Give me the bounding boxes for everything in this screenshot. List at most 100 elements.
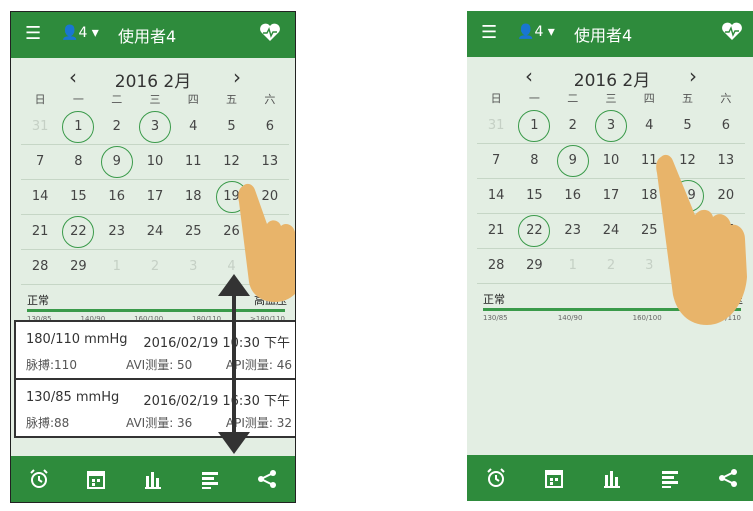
calendar-day-with-record[interactable]: 3: [136, 110, 174, 144]
calendar-day[interactable]: 2: [554, 109, 592, 143]
calendar-day-with-record[interactable]: 1: [59, 110, 97, 144]
heart-icon[interactable]: [259, 22, 281, 42]
calendar-day[interactable]: 15: [59, 180, 97, 214]
calendar-day[interactable]: 12: [212, 145, 250, 179]
calendar-day[interactable]: 29: [515, 249, 553, 283]
record-datetime: 2016/02/19 10:30 下午: [143, 336, 290, 351]
calendar-day[interactable]: 16: [98, 180, 136, 214]
calendar-day[interactable]: 14: [21, 180, 59, 214]
calendar-day[interactable]: 28: [477, 249, 515, 283]
record-pulse: 脉搏:110: [26, 358, 77, 372]
calendar-day[interactable]: 4: [630, 109, 668, 143]
menu-icon[interactable]: ☰: [481, 22, 497, 43]
calendar-day[interactable]: 4: [174, 110, 212, 144]
hand-pointer-icon: [238, 183, 295, 302]
calendar-day[interactable]: 25: [174, 215, 212, 249]
record-avi: AVI测量: 36: [126, 416, 193, 430]
calendar-day[interactable]: 18: [174, 180, 212, 214]
scale-low-label: 正常: [483, 293, 505, 306]
calendar-week-row: 31 1 2 3 4 5 6: [21, 110, 289, 145]
calendar-day[interactable]: 7: [477, 144, 515, 178]
calendar-day[interactable]: 2: [592, 249, 630, 283]
heart-icon[interactable]: [721, 21, 743, 41]
list-icon[interactable]: [199, 468, 221, 490]
calendar-day[interactable]: 10: [136, 145, 174, 179]
month-nav: ‹ 2016 2月 ›: [11, 65, 295, 92]
share-icon[interactable]: [256, 468, 278, 490]
calendar-day[interactable]: 10: [592, 144, 630, 178]
calendar-icon[interactable]: [543, 467, 565, 489]
calendar-day[interactable]: 31: [21, 110, 59, 144]
calendar-icon[interactable]: [85, 468, 107, 490]
calendar-day[interactable]: 24: [592, 214, 630, 248]
user-badge: 4: [78, 25, 88, 41]
list-icon[interactable]: [659, 467, 681, 489]
next-month-button[interactable]: ›: [689, 64, 697, 88]
weekday-label: 二: [111, 93, 123, 106]
record-card[interactable]: 180/110 mmHg 2016/02/19 10:30 下午 脉搏:110 …: [14, 320, 295, 380]
right-screen: ☰ 👤4 ▾ 使用者4 ‹ 2016 2月 › 日一二三四五六 31 1 2 3 4 5 6…: [467, 11, 753, 501]
calendar-day[interactable]: 14: [477, 179, 515, 213]
calendar-day-with-record[interactable]: 9: [554, 144, 592, 178]
weekday-label: 三: [149, 93, 161, 106]
calendar-day[interactable]: 2: [136, 250, 174, 284]
calendar-day[interactable]: 15: [515, 179, 553, 213]
weekday-label: 五: [682, 92, 694, 105]
calendar-day[interactable]: 2: [98, 110, 136, 144]
calendar-day[interactable]: 17: [592, 179, 630, 213]
calendar-day[interactable]: 6: [251, 110, 289, 144]
calendar-day-with-record[interactable]: 9: [98, 145, 136, 179]
bottom-nav: [467, 455, 753, 501]
user-name: 使用者4: [574, 26, 633, 45]
calendar-day[interactable]: 29: [59, 250, 97, 284]
month-nav: ‹ 2016 2月 ›: [467, 64, 753, 91]
user-selector[interactable]: 👤4 ▾: [517, 24, 555, 40]
weekday-label: 三: [605, 92, 617, 105]
scale-tick-label: 140/90: [557, 314, 583, 322]
chart-icon[interactable]: [142, 468, 164, 490]
weekday-label: 六: [720, 92, 732, 105]
calendar-day[interactable]: 31: [477, 109, 515, 143]
calendar-day[interactable]: 3: [174, 250, 212, 284]
calendar-day[interactable]: 5: [212, 110, 250, 144]
alarm-icon[interactable]: [485, 467, 507, 489]
calendar-day[interactable]: 21: [477, 214, 515, 248]
calendar-day[interactable]: 1: [554, 249, 592, 283]
calendar-day[interactable]: 1: [98, 250, 136, 284]
calendar-week-row: 31 1 2 3 4 5 6: [477, 109, 745, 144]
calendar-day-with-record[interactable]: 3: [592, 109, 630, 143]
weekday-label: 四: [187, 93, 199, 106]
calendar-day[interactable]: 28: [21, 250, 59, 284]
calendar-day[interactable]: 8: [59, 145, 97, 179]
calendar-day[interactable]: 8: [515, 144, 553, 178]
share-icon[interactable]: [717, 467, 739, 489]
chart-icon[interactable]: [601, 467, 623, 489]
calendar-day[interactable]: 16: [554, 179, 592, 213]
calendar-week-row: 7 8 9 10 11 12 13: [21, 145, 289, 180]
calendar-day[interactable]: 13: [251, 145, 289, 179]
calendar-day[interactable]: 24: [136, 215, 174, 249]
record-card[interactable]: 130/85 mmHg 2016/02/19 16:30 下午 脉搏:88 AV…: [14, 378, 295, 438]
calendar-day-with-record[interactable]: 1: [515, 109, 553, 143]
calendar-day[interactable]: 11: [174, 145, 212, 179]
user-selector[interactable]: 👤4 ▾: [61, 25, 99, 41]
calendar-day[interactable]: 6: [707, 109, 745, 143]
calendar-day-with-record[interactable]: 22: [59, 215, 97, 249]
app-header: ☰ 👤4 ▾ 使用者4: [11, 12, 295, 58]
scale-tick-label: 130/85: [483, 314, 508, 322]
left-screen: ☰ 👤4 ▾ 使用者4 ‹ 2016 2月 › 日一二三四五六 31 1 2 3 4 5 6…: [10, 11, 296, 503]
calendar-day[interactable]: 21: [21, 215, 59, 249]
record-avi: AVI测量: 50: [126, 358, 193, 372]
menu-icon[interactable]: ☰: [25, 23, 41, 44]
month-title: 2016 2月: [573, 71, 651, 91]
scale-low-label: 正常: [27, 294, 49, 307]
calendar-day-with-record[interactable]: 22: [515, 214, 553, 248]
alarm-icon[interactable]: [28, 468, 50, 490]
calendar-day[interactable]: 5: [668, 109, 706, 143]
record-bp: 130/85 mmHg: [26, 390, 120, 405]
calendar-day[interactable]: 23: [554, 214, 592, 248]
next-month-button[interactable]: ›: [233, 65, 241, 89]
calendar-day[interactable]: 7: [21, 145, 59, 179]
calendar-day[interactable]: 23: [98, 215, 136, 249]
calendar-day[interactable]: 17: [136, 180, 174, 214]
